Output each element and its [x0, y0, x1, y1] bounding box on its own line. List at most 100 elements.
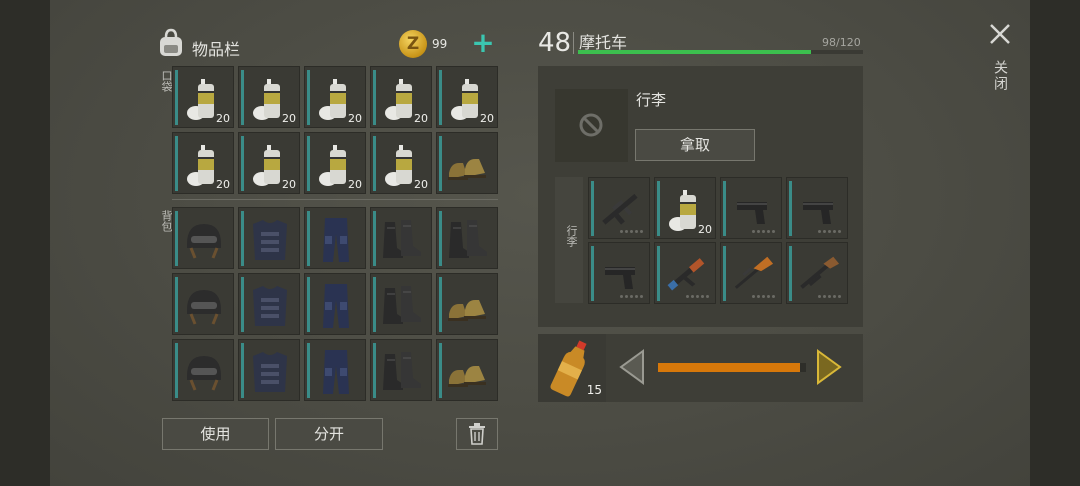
slot-indicator — [657, 246, 660, 301]
item-preview — [555, 89, 628, 162]
no-item-icon — [579, 113, 603, 137]
body-armor-slot[interactable] — [238, 273, 300, 335]
spray-paint-slot[interactable]: 20 — [172, 66, 234, 128]
durability-dots — [818, 295, 841, 298]
coin-icon: Z — [399, 30, 427, 58]
armored-pants-slot[interactable] — [304, 207, 366, 269]
slot-indicator — [373, 70, 376, 125]
durability-dots — [752, 230, 775, 233]
slot-indicator — [175, 211, 178, 266]
slot-indicator — [373, 343, 376, 398]
slot-indicator — [241, 211, 244, 266]
luggage-title: 行李 — [636, 91, 667, 109]
item-quantity: 20 — [348, 178, 362, 191]
item-quantity: 20 — [414, 178, 428, 191]
armored-pants-icon — [323, 284, 349, 328]
tactical-helmet-slot[interactable] — [172, 207, 234, 269]
tactical-helmet-slot[interactable] — [172, 273, 234, 335]
black-boots-slot[interactable] — [436, 207, 498, 269]
durability-dots — [686, 295, 709, 298]
header-separator — [573, 32, 574, 54]
slot-indicator — [591, 181, 594, 236]
slot-indicator — [307, 70, 310, 125]
brown-boots-icon — [448, 159, 486, 180]
black-boots-slot[interactable] — [370, 339, 432, 401]
armored-pants-slot[interactable] — [304, 273, 366, 335]
body-armor-slot[interactable] — [238, 207, 300, 269]
trash-button[interactable] — [456, 418, 498, 450]
slot-indicator — [439, 136, 442, 191]
close-icon[interactable] — [988, 22, 1012, 46]
brown-boots-slot[interactable] — [436, 339, 498, 401]
black-boots-slot[interactable] — [370, 273, 432, 335]
item-quantity: 20 — [414, 112, 428, 125]
slot-indicator — [175, 136, 178, 191]
slot-indicator — [723, 246, 726, 301]
brown-boots-slot[interactable] — [436, 273, 498, 335]
tactical-helmet-icon — [187, 356, 221, 391]
body-armor-icon — [253, 286, 287, 326]
pistol-icon — [605, 267, 635, 289]
armored-pants-icon — [323, 350, 349, 394]
slot-indicator — [307, 343, 310, 398]
split-button[interactable]: 分开 — [275, 418, 383, 450]
luggage-strip: 行李 — [555, 177, 583, 303]
quantity-slider-fill — [658, 363, 801, 372]
brown-boots-slot[interactable] — [436, 132, 498, 194]
slot-indicator — [307, 277, 310, 332]
slot-indicator — [241, 343, 244, 398]
spray-paint-slot[interactable]: 20 — [172, 132, 234, 194]
section-divider — [172, 199, 498, 200]
armored-pants-slot[interactable] — [304, 339, 366, 401]
slot-indicator — [439, 277, 442, 332]
slot-indicator — [307, 136, 310, 191]
vehicle-level: 48 — [538, 28, 572, 58]
assault-rifle-icon — [602, 193, 638, 225]
tactical-helmet-slot[interactable] — [172, 339, 234, 401]
pistol-slot[interactable] — [588, 242, 650, 304]
pistol-slot[interactable] — [720, 177, 782, 239]
item-quantity: 20 — [282, 112, 296, 125]
spray-paint-slot[interactable]: 20 — [238, 66, 300, 128]
use-button[interactable]: 使用 — [162, 418, 269, 450]
body-armor-icon — [253, 220, 287, 260]
shotgun-slot[interactable] — [786, 242, 848, 304]
selected-quantity: 15 — [586, 383, 602, 397]
spray-paint-slot[interactable]: 20 — [654, 177, 716, 239]
spray-paint-slot[interactable]: 20 — [304, 132, 366, 194]
spray-paint-slot[interactable]: 20 — [304, 66, 366, 128]
slot-indicator — [175, 277, 178, 332]
take-button[interactable]: 拿取 — [635, 129, 755, 161]
ak-rifle-slot[interactable] — [654, 242, 716, 304]
inventory-title: 物品栏 — [192, 40, 241, 59]
pistol-slot[interactable] — [786, 177, 848, 239]
close-label[interactable]: 关闭 — [990, 60, 1010, 92]
increase-arrow-icon[interactable] — [814, 349, 844, 385]
black-boots-icon — [383, 220, 421, 258]
spray-paint-slot[interactable]: 20 — [436, 66, 498, 128]
slot-indicator — [723, 181, 726, 236]
decrease-arrow-icon[interactable] — [617, 349, 647, 385]
black-boots-slot[interactable] — [370, 207, 432, 269]
tactical-helmet-icon — [187, 224, 221, 259]
add-coins-button[interactable]: + — [470, 29, 496, 58]
left-margin — [0, 0, 50, 486]
capacity-bar-fill — [578, 50, 811, 54]
spray-paint-slot[interactable]: 20 — [238, 132, 300, 194]
backpack-icon — [160, 28, 182, 56]
item-quantity: 20 — [480, 112, 494, 125]
spray-paint-slot[interactable]: 20 — [370, 66, 432, 128]
body-armor-icon — [253, 352, 287, 392]
pistol-icon — [803, 202, 833, 224]
hunting-rifle-slot[interactable] — [720, 242, 782, 304]
selected-item-slot[interactable]: 15 — [538, 334, 606, 402]
slot-indicator — [439, 70, 442, 125]
assault-rifle-slot[interactable] — [588, 177, 650, 239]
black-boots-icon — [383, 286, 421, 324]
black-boots-icon — [449, 220, 487, 258]
spray-paint-slot[interactable]: 20 — [370, 132, 432, 194]
right-margin — [1030, 0, 1080, 486]
luggage-label: 行李 — [565, 225, 578, 247]
slot-indicator — [241, 136, 244, 191]
body-armor-slot[interactable] — [238, 339, 300, 401]
